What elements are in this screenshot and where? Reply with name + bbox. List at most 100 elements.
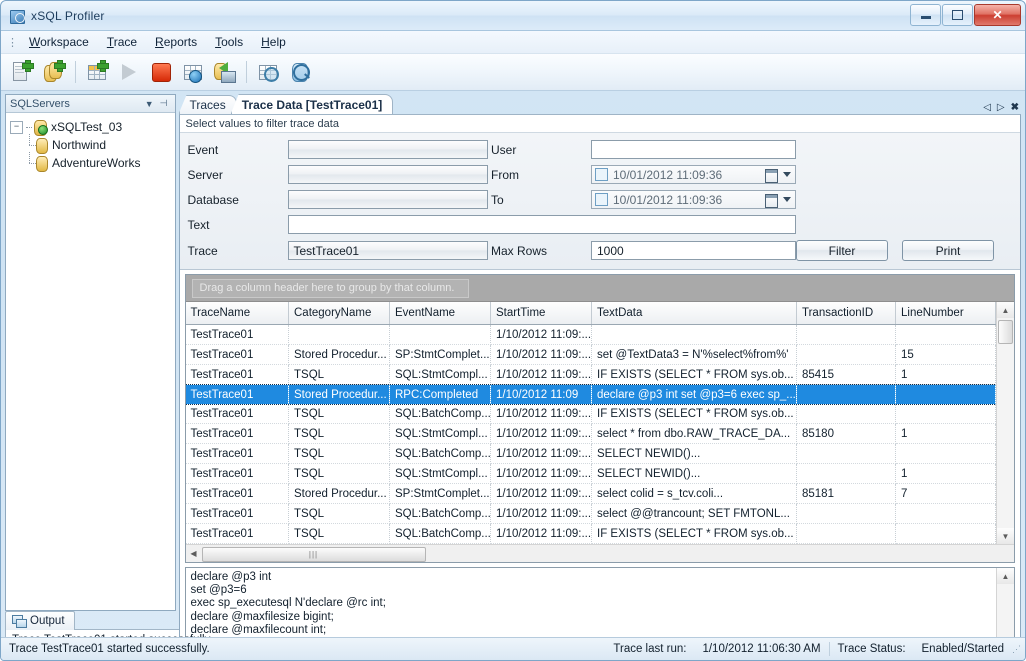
stop-trace-icon[interactable] (146, 57, 176, 87)
tab-next-icon[interactable]: ▷ (997, 102, 1005, 113)
event-combo[interactable] (288, 140, 488, 159)
tab-trace-data[interactable]: Trace Data [TestTrace01] (231, 94, 394, 114)
table-row[interactable]: TestTrace01TSQLSQL:StmtCompl...1/10/2012… (186, 464, 996, 484)
table-row[interactable]: TestTrace01Stored Procedur...SP:StmtComp… (186, 484, 996, 504)
start-trace-icon[interactable] (114, 57, 144, 87)
tree-node-server-label: xSQLTest_03 (51, 120, 122, 134)
trace-combo[interactable]: TestTrace01 (288, 241, 488, 260)
new-server-icon[interactable] (7, 57, 37, 87)
menu-item-trace[interactable]: Trace (98, 33, 146, 51)
from-datepicker[interactable]: 10/01/2012 11:09:36 (591, 165, 796, 184)
maximize-button[interactable] (942, 4, 973, 26)
status-last-run-label: Trace last run: (605, 643, 694, 655)
print-button[interactable]: Print (902, 240, 994, 261)
tab-prev-icon[interactable]: ◁ (983, 102, 991, 113)
scroll-down-icon[interactable]: ▼ (997, 528, 1014, 544)
server-combo[interactable] (288, 165, 488, 184)
menu-item-tools[interactable]: Tools (206, 33, 252, 51)
text-input[interactable] (288, 215, 797, 234)
tree-connector (24, 136, 36, 154)
status-trace-status-value: Enabled/Started (914, 643, 1012, 655)
chevron-down-icon[interactable] (783, 172, 791, 177)
table-cell: 1/10/2012 11:09 (491, 385, 592, 405)
grid-rows: TestTrace011/10/2012 11:09:...TestTrace0… (186, 325, 996, 544)
grid-column-header[interactable]: EventName (390, 302, 491, 325)
grid-column-header[interactable]: TransactionID (797, 302, 896, 325)
minimize-button[interactable] (910, 4, 941, 26)
table-cell: 1 (896, 424, 996, 444)
table-row[interactable]: TestTrace01TSQLSQL:BatchComp...1/10/2012… (186, 404, 996, 424)
table-cell: select @@trancount; SET FMTONL... (592, 504, 797, 524)
hscroll-thumb[interactable]: ||| (202, 547, 426, 562)
to-datepicker-box[interactable]: 10/01/2012 11:09:36 (591, 190, 796, 209)
table-cell: 1/10/2012 11:09:... (491, 345, 592, 365)
table-row[interactable]: TestTrace01TSQLSQL:BatchComp...1/10/2012… (186, 524, 996, 544)
table-cell (896, 385, 996, 405)
scroll-up-icon[interactable]: ▲ (997, 302, 1014, 318)
user-input[interactable] (591, 140, 796, 159)
grid-column-header[interactable]: CategoryName (289, 302, 390, 325)
new-database-icon[interactable] (39, 57, 69, 87)
grid-column-header[interactable]: StartTime (491, 302, 592, 325)
tree-node-database-adventureworks[interactable]: AdventureWorks (10, 154, 171, 172)
to-checkbox[interactable] (595, 193, 608, 206)
new-trace-icon[interactable] (82, 57, 112, 87)
tab-nav: ◁ ▷ ✖ (983, 102, 1019, 113)
grid-vertical-scrollbar[interactable]: ▲ ▼ (996, 302, 1014, 544)
grid-horizontal-scrollbar[interactable]: ◀ ||| (186, 544, 1015, 562)
export-data-icon[interactable] (210, 57, 240, 87)
table-cell: 1/10/2012 11:09:... (491, 484, 592, 504)
grid-column-header[interactable]: LineNumber (896, 302, 996, 325)
table-row[interactable]: TestTrace01TSQLSQL:BatchComp...1/10/2012… (186, 504, 996, 524)
table-cell: SP:StmtComplet... (390, 484, 491, 504)
tab-traces[interactable]: Traces (179, 95, 237, 114)
view-trace-data-icon[interactable] (253, 57, 283, 87)
tree-node-server[interactable]: − xSQLTest_03 (10, 118, 171, 136)
grid-column-header[interactable]: TextData (592, 302, 797, 325)
tab-output[interactable]: Output (5, 611, 75, 630)
table-row[interactable]: TestTrace01TSQLSQL:StmtCompl...1/10/2012… (186, 365, 996, 385)
table-cell: SELECT NEWID()... (592, 444, 797, 464)
filter-button[interactable]: Filter (796, 240, 888, 261)
from-checkbox[interactable] (595, 168, 608, 181)
database-combo[interactable] (288, 190, 488, 209)
tab-close-icon[interactable]: ✖ (1011, 102, 1019, 113)
calendar-icon[interactable] (765, 194, 778, 208)
to-datepicker[interactable]: 10/01/2012 11:09:36 (591, 190, 796, 209)
search-database-icon[interactable] (285, 57, 315, 87)
menu-item-help[interactable]: Help (252, 33, 295, 51)
scroll-left-icon[interactable]: ◀ (186, 549, 202, 558)
from-value: 10/01/2012 11:09:36 (613, 168, 722, 182)
maxrows-field[interactable]: 1000 (591, 241, 796, 260)
expander-icon[interactable]: − (10, 121, 23, 134)
calendar-icon[interactable] (765, 169, 778, 183)
close-button[interactable]: ✕ (974, 4, 1021, 26)
grid-area: Drag a column header here to group by th… (180, 270, 1021, 563)
refresh-grid-icon[interactable] (178, 57, 208, 87)
table-row[interactable]: TestTrace011/10/2012 11:09:... (186, 325, 996, 345)
database-combo-value (288, 190, 488, 209)
chevron-down-icon[interactable] (783, 197, 791, 202)
text-field[interactable] (288, 215, 797, 234)
scroll-track[interactable] (997, 318, 1014, 528)
group-panel[interactable]: Drag a column header here to group by th… (186, 275, 1015, 302)
pin-icon[interactable]: ⊣ (157, 98, 171, 109)
table-cell: SP:StmtComplet... (390, 345, 491, 365)
user-field[interactable] (591, 140, 796, 159)
tree-node-database-northwind[interactable]: Northwind (10, 136, 171, 154)
resize-grip-icon[interactable]: ⋰ (1012, 644, 1020, 655)
hscroll-track[interactable]: ||| (202, 546, 1015, 561)
maxrows-input[interactable]: 1000 (591, 241, 796, 260)
menu-item-workspace[interactable]: Workspace (20, 33, 98, 51)
table-cell: Stored Procedur... (289, 345, 390, 365)
table-row[interactable]: TestTrace01Stored Procedur...SP:StmtComp… (186, 345, 996, 365)
scroll-up-icon[interactable]: ▲ (997, 568, 1014, 584)
table-row[interactable]: TestTrace01TSQLSQL:StmtCompl...1/10/2012… (186, 424, 996, 444)
table-row[interactable]: TestTrace01Stored Procedur...RPC:Complet… (186, 385, 996, 405)
menu-item-reports[interactable]: Reports (146, 33, 206, 51)
chevron-down-icon[interactable]: ▼ (142, 99, 157, 109)
table-row[interactable]: TestTrace01TSQLSQL:BatchComp...1/10/2012… (186, 444, 996, 464)
grid-column-header[interactable]: TraceName (186, 302, 289, 325)
from-datepicker-box[interactable]: 10/01/2012 11:09:36 (591, 165, 796, 184)
scroll-thumb[interactable] (998, 320, 1013, 344)
